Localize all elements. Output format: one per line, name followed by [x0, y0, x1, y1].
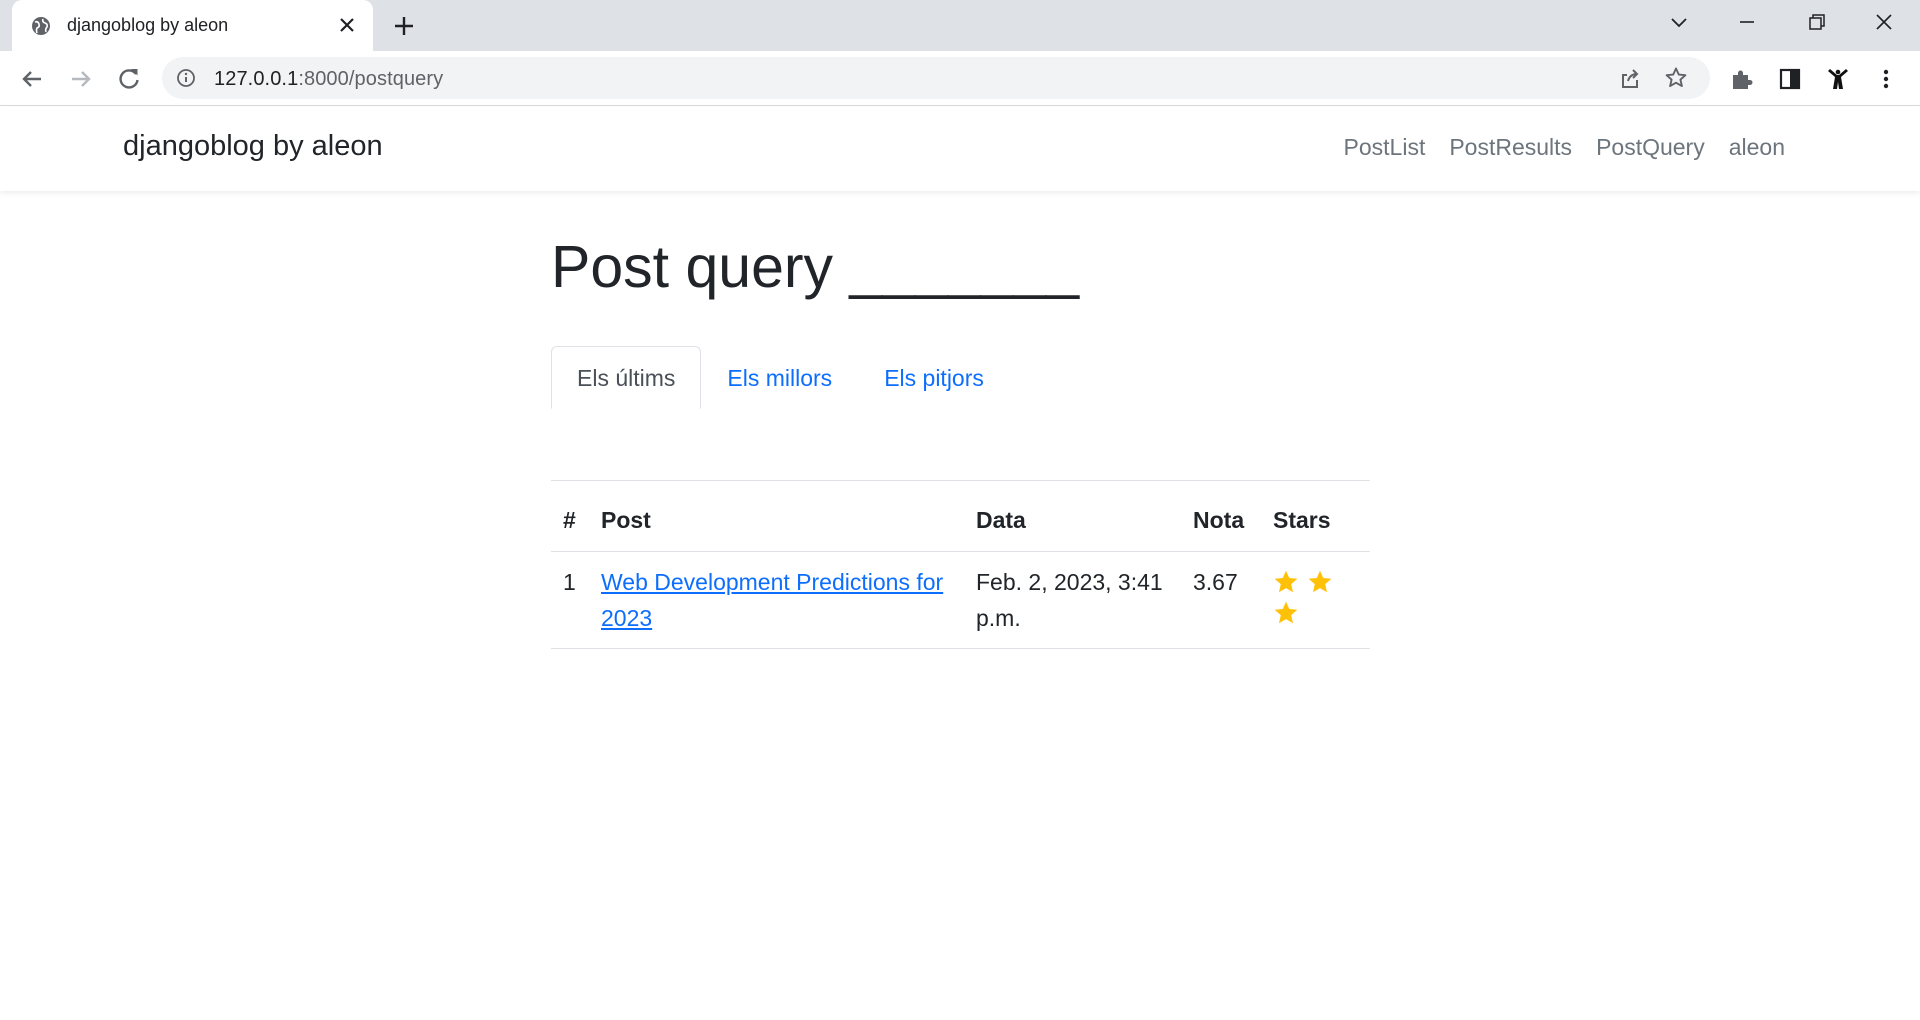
site-brand-link[interactable]: djangoblog by aleon	[123, 130, 383, 163]
address-bar[interactable]: 127.0.0.1:8000/postquery	[162, 57, 1710, 99]
share-icon[interactable]	[1618, 66, 1642, 90]
nav-link-postlist[interactable]: PostList	[1344, 134, 1426, 161]
back-arrow-icon[interactable]	[17, 64, 47, 94]
new-tab-icon[interactable]	[390, 12, 418, 40]
page-title: Post query _______	[551, 234, 1080, 300]
nav-link-postquery[interactable]: PostQuery	[1596, 134, 1705, 161]
tab-els-pitjors[interactable]: Els pitjors	[858, 346, 1010, 409]
globe-icon	[32, 17, 50, 35]
cell-post: Web Development Predictions for 2023	[589, 551, 964, 649]
cell-stars	[1261, 551, 1370, 649]
site-navbar: djangoblog by aleon PostList PostResults…	[0, 107, 1920, 191]
browser-tab[interactable]: djangoblog by aleon	[12, 0, 373, 51]
forward-arrow-icon[interactable]	[66, 64, 96, 94]
star-rating	[1273, 564, 1353, 626]
col-header-nota: Nota	[1181, 491, 1261, 552]
col-header-post: Post	[589, 491, 964, 552]
minimize-icon[interactable]	[1729, 8, 1765, 38]
star-icon	[1274, 570, 1298, 592]
cell-date: Feb. 2, 2023, 3:41 p.m.	[964, 551, 1181, 649]
url-host: 127.0.0.1	[214, 68, 299, 90]
close-window-icon[interactable]	[1866, 8, 1902, 38]
site-nav-links: PostList PostResults PostQuery aleon	[1344, 134, 1785, 161]
tab-divider	[551, 480, 1370, 481]
table-header-row: # Post Data Nota Stars	[551, 491, 1370, 552]
url-path: :8000/postquery	[298, 68, 444, 90]
star-icon	[1308, 570, 1332, 592]
browser-tab-strip: djangoblog by aleon	[0, 0, 1920, 51]
posts-table: # Post Data Nota Stars 1 Web Development…	[551, 491, 1370, 649]
col-header-number: #	[551, 491, 589, 552]
profile-avatar-icon[interactable]	[1825, 66, 1851, 92]
cell-number: 1	[551, 551, 589, 649]
close-tab-icon[interactable]	[335, 13, 359, 37]
col-header-stars: Stars	[1261, 491, 1370, 552]
site-info-icon[interactable]	[176, 68, 196, 88]
browser-menu-icon[interactable]	[1873, 66, 1899, 92]
tab-els-millors[interactable]: Els millors	[701, 346, 858, 409]
side-panel-icon[interactable]	[1777, 66, 1803, 92]
tab-search-chevron-icon[interactable]	[1661, 8, 1697, 38]
extensions-puzzle-icon[interactable]	[1729, 66, 1755, 92]
star-icon	[1274, 601, 1298, 623]
col-header-date: Data	[964, 491, 1181, 552]
table-row: 1 Web Development Predictions for 2023 F…	[551, 551, 1370, 649]
restore-icon[interactable]	[1798, 8, 1834, 38]
post-link[interactable]: Web Development Predictions for 2023	[601, 569, 943, 631]
nav-link-user[interactable]: aleon	[1729, 134, 1785, 161]
cell-nota: 3.67	[1181, 551, 1261, 649]
url-text: 127.0.0.1:8000/postquery	[214, 68, 443, 91]
nav-link-postresults[interactable]: PostResults	[1449, 134, 1572, 161]
browser-toolbar: 127.0.0.1:8000/postquery	[0, 51, 1920, 106]
tab-title: djangoblog by aleon	[67, 15, 229, 35]
reload-icon[interactable]	[114, 64, 144, 94]
tab-els-ultims[interactable]: Els últims	[551, 346, 702, 409]
bookmark-star-icon[interactable]	[1664, 66, 1688, 90]
